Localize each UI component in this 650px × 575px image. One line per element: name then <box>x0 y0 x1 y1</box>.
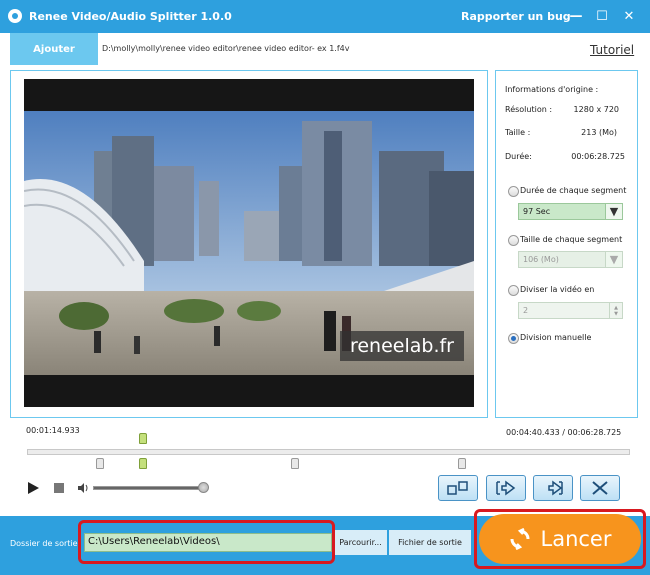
range-time: 00:04:40.433 / 00:06:28.725 <box>506 428 622 437</box>
chevron-down-icon[interactable]: ▼ <box>605 204 622 219</box>
timeline-track[interactable] <box>27 449 630 455</box>
output-folder-label: Dossier de sortie <box>10 539 78 548</box>
split-by-duration-radio[interactable] <box>508 186 519 197</box>
mark-out-icon <box>548 480 563 496</box>
info-panel: Informations d'origine : Résolution : 12… <box>495 70 638 418</box>
playhead-marker[interactable] <box>139 433 147 444</box>
segment-duration-select[interactable]: 97 Sec ▼ <box>518 203 623 220</box>
video-player[interactable]: reneelab.fr <box>24 79 474 407</box>
launch-label: Lancer <box>540 527 612 551</box>
size-label: Taille : <box>505 128 531 137</box>
set-start-button[interactable] <box>486 475 526 501</box>
split-marker[interactable] <box>291 458 299 469</box>
split-by-size-label: Taille de chaque segment <box>520 235 623 244</box>
info-header: Informations d'origine : <box>505 85 599 94</box>
volume-fill <box>94 487 199 489</box>
watermark-text: reneelab.fr <box>339 331 464 361</box>
launch-button[interactable]: Lancer <box>479 514 641 564</box>
size-value: 213 (Mo) <box>581 128 617 137</box>
split-by-count-label: Diviser la vidéo en <box>520 285 595 294</box>
add-file-button[interactable]: Ajouter <box>10 33 98 65</box>
resolution-label: Résolution : <box>505 105 553 114</box>
volume-slider[interactable] <box>93 486 205 490</box>
volume-knob[interactable] <box>198 482 209 493</box>
play-button[interactable] <box>28 482 39 494</box>
split-by-duration-label: Durée de chaque segment <box>520 186 627 195</box>
segment-size-select[interactable]: 106 (Mo) ▼ <box>518 251 623 268</box>
title-bar: Renee Video/Audio Splitter 1.0.0 Rapport… <box>0 0 650 33</box>
file-path-text: D:\molly\molly\renee video editor\renee … <box>102 44 350 53</box>
maximize-button[interactable]: ☐ <box>592 6 612 26</box>
duration-value: 00:06:28.725 <box>571 152 625 161</box>
split-icon <box>447 481 468 495</box>
delete-segment-button[interactable] <box>580 475 620 501</box>
minimize-button[interactable]: — <box>566 6 586 26</box>
report-bug-link[interactable]: Rapporter un bug <box>461 10 571 23</box>
volume-icon[interactable] <box>77 482 89 494</box>
split-by-size-radio[interactable] <box>508 235 519 246</box>
segment-size-value: 106 (Mo) <box>523 255 559 264</box>
segment-duration-value: 97 Sec <box>523 207 551 216</box>
preview-panel: reneelab.fr <box>10 70 488 418</box>
stepper-arrows-icon[interactable]: ▲ ▼ <box>609 303 622 318</box>
resolution-value: 1280 x 720 <box>573 105 619 114</box>
segment-count-value: 2 <box>523 306 529 315</box>
current-time: 00:01:14.933 <box>26 426 80 435</box>
segment-count-stepper[interactable]: 2 ▲ ▼ <box>518 302 623 319</box>
video-frame-image: reneelab.fr <box>24 111 474 375</box>
stop-button[interactable] <box>54 483 64 493</box>
window-title: Renee Video/Audio Splitter 1.0.0 <box>29 10 232 23</box>
close-button[interactable]: ✕ <box>619 6 639 26</box>
output-folder-field[interactable]: C:\Users\Reneelab\Videos\ <box>84 533 332 552</box>
split-segment-button[interactable] <box>438 475 478 501</box>
app-logo-icon <box>8 9 22 23</box>
split-marker[interactable] <box>139 458 147 469</box>
output-file-button[interactable]: Fichier de sortie <box>389 530 471 555</box>
refresh-icon <box>510 528 529 550</box>
split-marker[interactable] <box>458 458 466 469</box>
split-by-count-radio[interactable] <box>508 285 519 296</box>
browse-button[interactable]: Parcourir... <box>334 530 387 555</box>
mark-in-icon <box>496 480 516 496</box>
tutorial-link[interactable]: Tutoriel <box>590 43 634 57</box>
set-end-button[interactable] <box>533 475 573 501</box>
manual-split-radio[interactable] <box>508 333 519 344</box>
manual-split-label: Division manuelle <box>520 333 592 342</box>
delete-icon <box>592 481 608 495</box>
chevron-down-icon[interactable]: ▼ <box>605 252 622 267</box>
duration-label: Durée: <box>505 152 532 161</box>
split-marker[interactable] <box>96 458 104 469</box>
